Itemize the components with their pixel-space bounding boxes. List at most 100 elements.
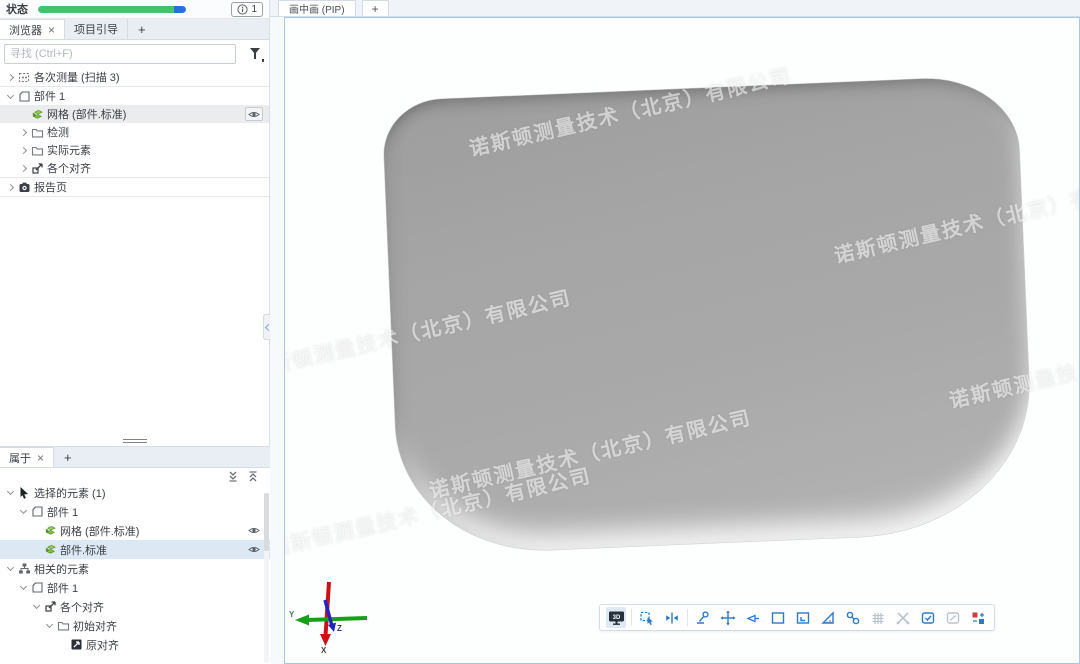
- tree-row-label: 部件 1: [34, 88, 65, 104]
- tab-project-guide[interactable]: 项目引导: [65, 19, 128, 39]
- tree-row-initial-alignment[interactable]: 初始对齐: [0, 616, 270, 635]
- belongs-panel: 属于 + 选择的元素 (1) 部件 1 网格 (部件.: [0, 446, 270, 664]
- tree-row-piece[interactable]: 部件 1: [0, 87, 269, 105]
- panel-splitter-handle[interactable]: [0, 436, 270, 446]
- verify-check-button[interactable]: [918, 607, 938, 628]
- visibility-eye-icon[interactable]: [245, 107, 263, 121]
- tree-row-report-pages[interactable]: 报告页: [0, 178, 269, 196]
- select-elements-button[interactable]: [637, 607, 657, 628]
- tab-pip[interactable]: 画中画 (PIP): [278, 0, 356, 16]
- tree-row-measured-elements[interactable]: 实际元素: [0, 141, 269, 159]
- scene-3d-button[interactable]: 3D: [606, 607, 626, 628]
- origin-alignment-icon: [69, 638, 83, 651]
- tree-row-label: 部件.标准: [60, 542, 107, 558]
- expander-icon[interactable]: [5, 72, 16, 83]
- expand-all-icon[interactable]: [248, 471, 258, 482]
- tree-row-original-alignment[interactable]: 原对齐: [0, 635, 270, 654]
- tree-row-label: 实际元素: [47, 142, 91, 158]
- browser-tree: 各次测量 (扫描 3) 部件 1 网格 (部件.标准) 检测: [0, 68, 269, 197]
- translate-move-button[interactable]: [718, 607, 738, 628]
- clipping-button[interactable]: [893, 607, 913, 628]
- expander-icon[interactable]: [18, 163, 29, 174]
- add-tab-button[interactable]: +: [128, 19, 156, 39]
- close-icon[interactable]: [48, 23, 55, 37]
- close-icon[interactable]: [37, 451, 44, 465]
- anchor-pin-button[interactable]: [693, 607, 713, 628]
- tree-row-mesh[interactable]: 网格 (部件.标准): [0, 521, 270, 540]
- tree-row-inspection[interactable]: 检测: [0, 123, 269, 141]
- tree-row-mesh[interactable]: 网格 (部件.标准): [0, 105, 269, 123]
- expander-icon[interactable]: [18, 506, 29, 517]
- tree-row-piece[interactable]: 部件 1: [0, 502, 270, 521]
- folder-icon: [30, 144, 44, 157]
- tree-row-label: 网格 (部件.标准): [47, 106, 126, 122]
- grid-snap-button[interactable]: [868, 607, 888, 628]
- viewport-toolbar: 3D: [599, 604, 995, 631]
- compare-split-button[interactable]: [662, 607, 682, 628]
- tree-row-scans[interactable]: 各次测量 (扫描 3): [0, 68, 269, 86]
- rectangle-select-button[interactable]: [768, 607, 788, 628]
- axis-y-label: Y: [289, 610, 294, 619]
- add-tab-button[interactable]: +: [54, 447, 82, 467]
- ruler-angle-button[interactable]: [818, 607, 838, 628]
- piece-icon: [17, 90, 31, 103]
- expander-spacer: [57, 639, 68, 650]
- axis-z-label: Z: [337, 624, 342, 633]
- status-label: 状态: [6, 1, 28, 17]
- viewport-tabbar: 画中画 (PIP) +: [270, 0, 1080, 17]
- expander-icon[interactable]: [5, 182, 16, 193]
- tree-row-label: 报告页: [34, 179, 67, 195]
- piece-icon: [30, 505, 44, 518]
- tree-row-alignments[interactable]: 各个对齐: [0, 597, 270, 616]
- add-viewport-tab-button[interactable]: +: [362, 0, 389, 16]
- tree-row-label: 部件 1: [47, 504, 78, 520]
- expander-icon[interactable]: [5, 563, 16, 574]
- browser-tabbar: 浏览器 项目引导 +: [0, 19, 269, 40]
- expander-icon[interactable]: [5, 487, 16, 498]
- axis-x-label: X: [321, 646, 326, 655]
- tree-row-piece-standard[interactable]: 部件.标准: [0, 540, 270, 559]
- collapse-all-icon[interactable]: [228, 471, 238, 482]
- scrollbar[interactable]: [264, 493, 269, 663]
- color-map-button[interactable]: [968, 607, 988, 628]
- tab-browser[interactable]: 浏览器: [0, 19, 65, 39]
- notification-badge[interactable]: 1: [231, 2, 263, 17]
- axis-triad: Y X Z: [289, 578, 381, 664]
- probe-flag-button[interactable]: [743, 607, 763, 628]
- expander-spacer: [31, 544, 42, 555]
- model-3d-object[interactable]: [382, 75, 1035, 556]
- filter-funnel-icon[interactable]: [249, 47, 263, 61]
- expander-icon[interactable]: [31, 601, 42, 612]
- tree-row-label: 部件 1: [47, 580, 78, 596]
- tree-row-selected-elements[interactable]: 选择的元素 (1): [0, 483, 270, 502]
- expander-icon[interactable]: [18, 127, 29, 138]
- toolbar-separator: [687, 609, 688, 626]
- locked-option-button[interactable]: [943, 607, 963, 628]
- folder-icon: [56, 619, 70, 632]
- visibility-eye-icon[interactable]: [248, 545, 260, 554]
- expander-icon[interactable]: [18, 145, 29, 156]
- search-input[interactable]: [4, 44, 236, 64]
- tree-row-label: 网格 (部件.标准): [60, 523, 139, 539]
- search-row: [0, 40, 269, 68]
- mesh-icon: [43, 524, 57, 537]
- tree-row-related-elements[interactable]: 相关的元素: [0, 559, 270, 578]
- zoom-region-button[interactable]: [793, 607, 813, 628]
- mesh-icon: [30, 108, 44, 121]
- status-bar: 状态 1: [0, 0, 269, 19]
- expander-icon[interactable]: [18, 582, 29, 593]
- link-elements-button[interactable]: [843, 607, 863, 628]
- tab-browser-label: 浏览器: [9, 22, 42, 38]
- scene-3d-viewport[interactable]: 诺斯顿测量技术（北京）有限公司 诺斯顿测量技术（北京）有限公司 诺斯顿测量技术（…: [284, 17, 1080, 664]
- tree-row-label: 初始对齐: [73, 618, 117, 634]
- tree-row-piece[interactable]: 部件 1: [0, 578, 270, 597]
- report-icon: [17, 181, 31, 194]
- visibility-eye-icon[interactable]: [248, 526, 260, 535]
- tree-row-alignments[interactable]: 各个对齐: [0, 159, 269, 177]
- expander-icon[interactable]: [44, 620, 55, 631]
- tree-row-label: 各次测量 (扫描 3): [34, 69, 120, 85]
- tab-belongs[interactable]: 属于: [0, 447, 54, 467]
- tree-row-label: 选择的元素 (1): [34, 485, 106, 501]
- belongs-toolbar: [0, 468, 270, 483]
- expander-icon[interactable]: [5, 91, 16, 102]
